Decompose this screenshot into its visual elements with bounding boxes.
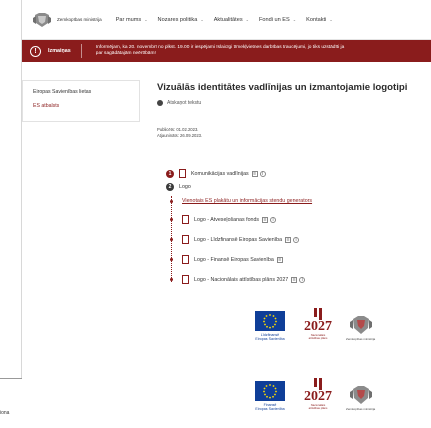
circle-info-icon[interactable]: i bbox=[293, 236, 300, 243]
file-icon bbox=[182, 235, 189, 244]
eu-logo: Finansē Eiropas Savienība bbox=[250, 380, 290, 411]
left-panel-divider bbox=[0, 378, 22, 390]
nav-item-kontakti[interactable]: Kontakti ⌄ bbox=[306, 17, 333, 23]
file-icon bbox=[182, 215, 189, 224]
eu-caption-line: Eiropas Savienība bbox=[255, 406, 285, 411]
file-label: Logo - Finansē Eiropas Savienība bbox=[194, 256, 274, 263]
sidebar: Eiropas Savienības lietas ES atbalsts bbox=[22, 80, 140, 122]
section-label: Logo bbox=[179, 184, 191, 190]
listen-button[interactable]: Atskaņot tekstu bbox=[157, 100, 201, 106]
section-label: Komunikācijas vadlīnijas bbox=[191, 170, 249, 177]
notice-banner: ! Izmaiņas Informējam, ka 20. novembrī n… bbox=[22, 40, 431, 62]
page-title: Vizuālās identitātes vadlīnijas un izman… bbox=[157, 82, 408, 93]
eu-caption: Finansē Eiropas Savienība bbox=[250, 403, 290, 411]
nap-caption-line: attīstības plāns bbox=[308, 336, 328, 341]
file-label: Logo - Atveseļošanas fonds bbox=[194, 216, 260, 223]
doc-icon[interactable]: ≡ bbox=[262, 216, 269, 223]
eu-logo: Līdzfinansē Eiropas Savienība bbox=[250, 310, 290, 341]
bullet bbox=[170, 258, 173, 261]
circle-info-icon[interactable]: i bbox=[270, 216, 277, 223]
nap-2027-logo: 2027 Nacionālais attīstības plāns bbox=[304, 378, 332, 411]
ministry-caption: Zemkopības ministrija bbox=[346, 336, 376, 341]
nap-caption: Nacionālais attīstības plāns bbox=[308, 333, 328, 341]
section-komunikacijas-vadlinijas[interactable]: 1 Komunikācijas vadlīnijas ≡ i bbox=[166, 169, 266, 178]
bullet bbox=[170, 218, 173, 221]
nav-item-aktualitates[interactable]: Aktualitātes ⌄ bbox=[214, 17, 249, 23]
crest-icon[interactable] bbox=[32, 12, 52, 28]
doc-icon[interactable]: ≡ bbox=[276, 256, 283, 263]
left-panel-text: iona bbox=[0, 410, 10, 416]
circle-info-icon[interactable]: i bbox=[259, 170, 266, 177]
listen-label: Atskaņot tekstu bbox=[167, 100, 202, 106]
ministry-logo: Zemkopības ministrija bbox=[346, 315, 375, 341]
published-date: Publicēts: 01.02.2023. bbox=[157, 127, 199, 132]
doc-icon[interactable]: ≡ bbox=[285, 236, 292, 243]
section-number: 1 bbox=[166, 169, 174, 178]
section-logo[interactable]: 2 Logo bbox=[166, 183, 191, 191]
site-header: Zemkopības ministrija Par mums ⌄ Nozares … bbox=[22, 0, 431, 40]
eu-caption-line: Eiropas Savienība bbox=[255, 336, 285, 341]
info-icon: ! bbox=[30, 45, 41, 57]
ministry-logo: Zemkopības ministrija bbox=[346, 385, 375, 411]
main-nav: Par mums ⌄ Nozares politika ⌄ Aktualitātes… bbox=[116, 17, 343, 23]
file-icon bbox=[182, 275, 189, 284]
crest-icon bbox=[349, 315, 372, 334]
nav-item-par-mums[interactable]: Par mums ⌄ bbox=[116, 17, 148, 23]
nav-item-label: Fondi un ES bbox=[258, 16, 290, 23]
eu-flag-icon bbox=[255, 380, 285, 401]
nav-item-label: Kontakti bbox=[306, 16, 327, 23]
crest-icon bbox=[349, 385, 372, 404]
list-item[interactable]: Logo - Finansē Eiropas Savienība ≡ bbox=[170, 255, 283, 264]
list-item[interactable]: Vienotais ES plakātu un informācijas ste… bbox=[170, 198, 312, 204]
nav-item-label: Aktualitātes bbox=[213, 16, 243, 23]
file-label: Logo - Līdzfinansē Eiropas Savienība bbox=[194, 236, 283, 243]
bullet bbox=[170, 278, 173, 281]
nap-number: 2027 bbox=[304, 389, 332, 404]
doc-icon[interactable]: ≡ bbox=[251, 170, 258, 177]
chevron-down-icon: ⌄ bbox=[329, 17, 333, 22]
sidebar-item-es-atbalsts[interactable]: ES atbalsts bbox=[33, 103, 129, 109]
ministry-caption: Zemkopības ministrija bbox=[346, 406, 376, 411]
list-item[interactable]: Logo - Līdzfinansē Eiropas Savienība ≡ i bbox=[170, 235, 300, 244]
nap-caption-line: attīstības plāns bbox=[308, 406, 328, 411]
section-number: 2 bbox=[166, 183, 174, 191]
logo-row: Finansē Eiropas Savienība 2027 Nacionāla… bbox=[250, 378, 375, 411]
nap-number: 2027 bbox=[304, 319, 332, 334]
nav-item-label: Nozares politika bbox=[157, 16, 198, 23]
generator-link[interactable]: Vienotais ES plakātu un informācijas ste… bbox=[182, 198, 312, 204]
nap-2027-logo: 2027 Nacionālais attīstības plāns bbox=[304, 308, 332, 341]
notice-divider bbox=[80, 44, 82, 58]
notice-text: Informējam, ka 20. novembrī no plkst. 19… bbox=[96, 45, 344, 57]
eu-caption: Līdzfinansē Eiropas Savienība bbox=[250, 333, 290, 341]
speaker-icon bbox=[157, 100, 163, 106]
chevron-down-icon: ⌄ bbox=[245, 17, 249, 22]
doc-icon[interactable]: ≡ bbox=[291, 276, 298, 283]
notice-label: Izmaiņas bbox=[48, 48, 71, 54]
bullet bbox=[170, 238, 173, 241]
left-panel-edge bbox=[0, 0, 22, 378]
file-label: Logo - Nacionālais attīstības plāns 2027 bbox=[194, 276, 289, 283]
publish-meta: Publicēts: 01.02.2023. Atjaunināts: 26.0… bbox=[157, 127, 202, 138]
file-icon bbox=[182, 255, 189, 264]
ministry-name[interactable]: Zemkopības ministrija bbox=[57, 17, 102, 22]
nav-item-label: Par mums bbox=[115, 16, 142, 23]
notice-text-line: par sagādātajām neērtībām! bbox=[95, 51, 156, 56]
nav-item-nozares-politika[interactable]: Nozares politika ⌄ bbox=[158, 17, 204, 23]
nap-caption: Nacionālais attīstības plāns bbox=[308, 403, 328, 411]
eu-flag-icon bbox=[255, 310, 285, 331]
updated-date: Atjaunināts: 26.09.2023. bbox=[157, 132, 203, 138]
chevron-down-icon: ⌄ bbox=[292, 17, 297, 22]
file-icon bbox=[179, 169, 186, 178]
nav-item-fondi-un-es[interactable]: Fondi un ES ⌄ bbox=[259, 17, 296, 23]
circle-info-icon[interactable]: i bbox=[299, 276, 306, 283]
chevron-down-icon: ⌄ bbox=[200, 17, 204, 22]
list-item[interactable]: Logo - Atveseļošanas fonds ≡ i bbox=[170, 215, 277, 224]
bullet bbox=[170, 199, 173, 203]
logo-row: Līdzfinansē Eiropas Savienība 2027 Nacio… bbox=[250, 308, 375, 341]
list-item[interactable]: Logo - Nacionālais attīstības plāns 2027… bbox=[170, 275, 306, 284]
sidebar-item-eiropas-savienibas-lietas[interactable]: Eiropas Savienības lietas bbox=[33, 89, 129, 95]
chevron-down-icon: ⌄ bbox=[144, 17, 148, 22]
